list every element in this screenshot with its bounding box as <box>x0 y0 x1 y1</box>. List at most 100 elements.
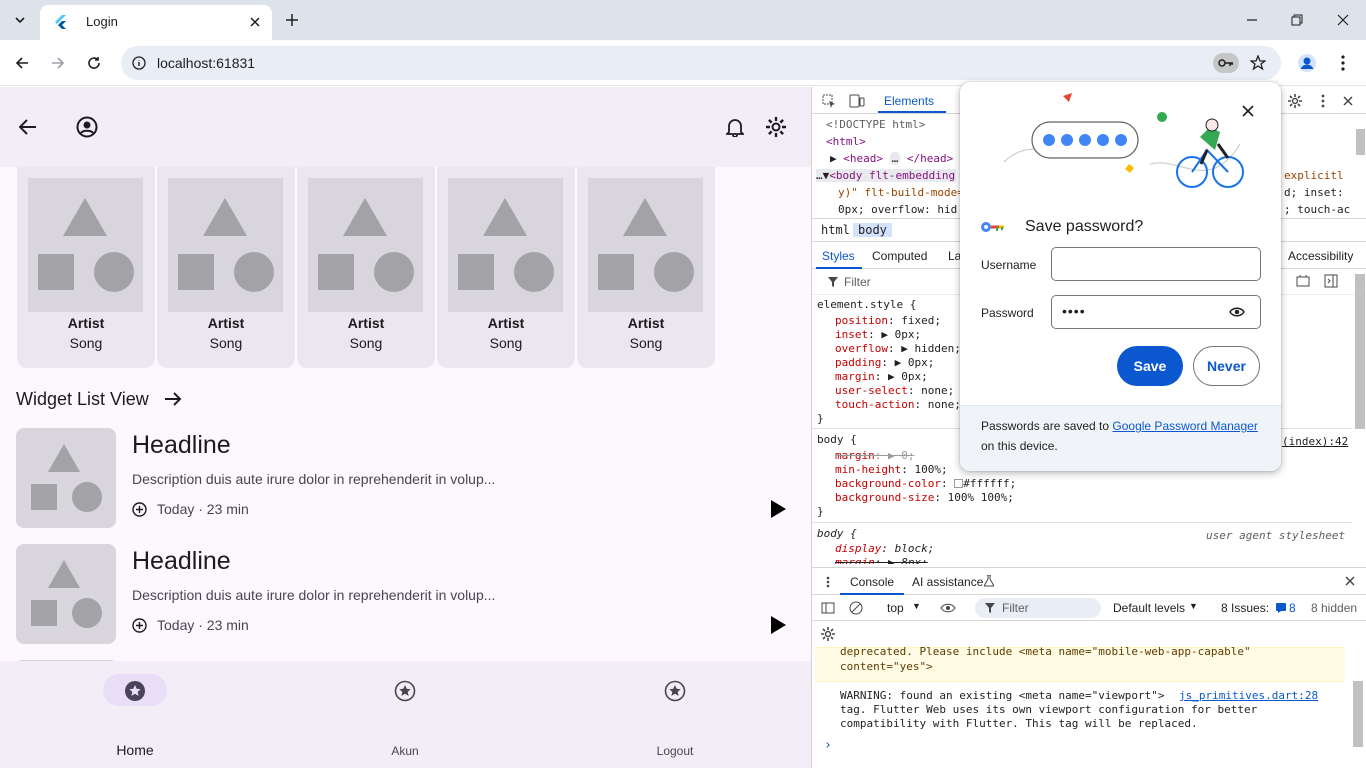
artist-card[interactable]: Artist Song <box>17 167 155 368</box>
tab-styles[interactable]: Styles <box>822 249 855 263</box>
app-back-button[interactable] <box>16 115 40 139</box>
artist-card[interactable]: Artist Song <box>297 167 435 368</box>
log-levels-select[interactable]: Default levels <box>1113 601 1185 615</box>
back-button[interactable] <box>10 51 34 75</box>
tab-elements[interactable]: Elements <box>884 94 934 108</box>
source-link[interactable]: js_primitives.dart:28 <box>1179 689 1318 702</box>
settings-button[interactable] <box>763 114 789 140</box>
dom-body[interactable]: …▼<body flt-embedding <box>816 169 956 182</box>
never-button[interactable]: Never <box>1193 346 1260 386</box>
devtools-menu-button[interactable] <box>1314 92 1332 110</box>
arrow-left-icon <box>19 119 36 135</box>
dom-head[interactable]: ▶ <head> … </head> <box>830 152 953 165</box>
password-key-button[interactable] <box>1213 53 1239 73</box>
prop-value: ▶ 0px; <box>881 328 922 341</box>
list-item[interactable]: Headline Description duis aute irure dol… <box>16 544 796 644</box>
kebab-icon[interactable] <box>826 576 830 588</box>
omnibox[interactable]: localhost:61831 <box>121 46 1281 80</box>
style-decl[interactable]: margin: ▶ 0px; <box>835 370 928 383</box>
artist-card[interactable]: Artist Song <box>437 167 575 368</box>
username-field[interactable] <box>1051 247 1261 281</box>
profile-button[interactable] <box>1295 51 1319 75</box>
save-button[interactable]: Save <box>1117 346 1183 386</box>
tab-strip: Login <box>0 0 1366 40</box>
tab-login[interactable]: Login <box>40 5 272 40</box>
console-prompt[interactable]: › <box>824 738 832 753</box>
restore-button[interactable] <box>1285 8 1309 32</box>
dom-doctype[interactable]: <!DOCTYPE html> <box>826 118 925 131</box>
bookmark-button[interactable] <box>1248 53 1268 73</box>
rule-source-link[interactable]: (index):42 <box>1282 435 1348 448</box>
crumb-body[interactable]: body <box>853 223 892 237</box>
device-toolbar-button[interactable] <box>848 92 866 110</box>
style-decl[interactable]: margin: ▶ 0; <box>835 449 915 462</box>
card-song: Song <box>209 335 243 351</box>
style-decl[interactable]: overflow: ▶ hidden; <box>835 342 961 355</box>
new-style-rule-icon[interactable] <box>1296 274 1310 288</box>
password-manager-link[interactable]: Google Password Manager <box>1112 419 1257 433</box>
toggle-sidebar-icon[interactable] <box>1324 274 1338 288</box>
eye-icon[interactable] <box>940 603 956 613</box>
notifications-button[interactable] <box>723 114 747 140</box>
play-button[interactable] <box>766 498 788 525</box>
dom-html[interactable]: <html> <box>826 135 866 148</box>
close-window-button[interactable] <box>1331 8 1355 32</box>
style-decl[interactable]: background-size: 100% 100%; <box>835 491 1014 504</box>
arrow-right-icon <box>52 57 65 69</box>
style-decl[interactable]: min-height: 100%; <box>835 463 948 476</box>
clear-console-icon[interactable] <box>849 601 863 615</box>
crumb-html[interactable]: html <box>816 223 855 237</box>
rule-ua-body: body { <box>817 527 857 540</box>
close-tab-button[interactable] <box>246 13 264 31</box>
site-info-icon[interactable] <box>131 55 147 71</box>
styles-filter-input[interactable]: Filter <box>844 275 871 289</box>
sidebar-icon[interactable] <box>821 602 835 614</box>
play-button[interactable] <box>766 614 788 641</box>
color-swatch[interactable] <box>954 479 964 488</box>
tab-search-button[interactable] <box>8 8 32 32</box>
tab-console[interactable]: Console <box>850 575 894 589</box>
tab-computed[interactable]: Computed <box>872 249 927 263</box>
tab-accessibility[interactable]: Accessibility <box>1288 249 1353 263</box>
style-decl[interactable]: touch-action: none; <box>835 398 961 411</box>
password-field[interactable]: •••• <box>1051 295 1261 329</box>
nav-home[interactable]: Home <box>0 661 270 768</box>
artist-card[interactable]: Artist Song <box>157 167 295 368</box>
placeholder-image <box>448 178 563 312</box>
style-decl[interactable]: padding: ▶ 0px; <box>835 356 934 369</box>
nav-akun[interactable]: Akun <box>270 661 540 768</box>
dom-scrollbar[interactable] <box>1356 129 1365 155</box>
style-decl[interactable]: inset: ▶ 0px; <box>835 328 921 341</box>
reload-button[interactable] <box>82 51 106 75</box>
close-icon[interactable] <box>1345 576 1355 586</box>
list-item[interactable]: Headline Description duis aute irure dol… <box>16 428 796 528</box>
style-decl[interactable]: background-color: #ffffff; <box>835 477 1016 490</box>
section-header[interactable]: Widget List View <box>16 389 182 410</box>
tab-ai-assistance[interactable]: AI assistance <box>912 575 983 589</box>
styles-scrollbar[interactable] <box>1355 274 1365 429</box>
devtools-close-button[interactable] <box>1339 92 1357 110</box>
style-decl[interactable]: position: fixed; <box>835 314 941 327</box>
account-button[interactable] <box>74 114 100 140</box>
new-tab-button[interactable] <box>280 8 304 32</box>
inspect-element-button[interactable] <box>820 92 838 110</box>
browser-menu-button[interactable] <box>1331 51 1355 75</box>
show-password-button[interactable] <box>1228 304 1246 320</box>
kebab-icon <box>1341 55 1345 71</box>
console-settings-icon[interactable] <box>821 627 835 641</box>
issues-label[interactable]: 8 Issues: <box>1221 601 1269 615</box>
minimize-button[interactable] <box>1240 8 1264 32</box>
rule-close: } <box>817 412 824 425</box>
card-song: Song <box>349 335 383 351</box>
style-decl[interactable]: user-select: none; <box>835 384 954 397</box>
forward-button[interactable] <box>46 51 70 75</box>
artist-card[interactable]: Artist Song <box>577 167 715 368</box>
context-select[interactable]: top <box>887 601 904 615</box>
nav-logout[interactable]: Logout <box>540 661 810 768</box>
console-filter-input[interactable]: Filter <box>975 598 1101 618</box>
console-scrollbar[interactable] <box>1353 681 1363 747</box>
prop-value: ▶ 0; <box>888 449 915 462</box>
devtools-settings-button[interactable] <box>1286 92 1304 110</box>
placeholder-image <box>16 428 116 528</box>
popup-close-button[interactable] <box>1237 100 1259 122</box>
